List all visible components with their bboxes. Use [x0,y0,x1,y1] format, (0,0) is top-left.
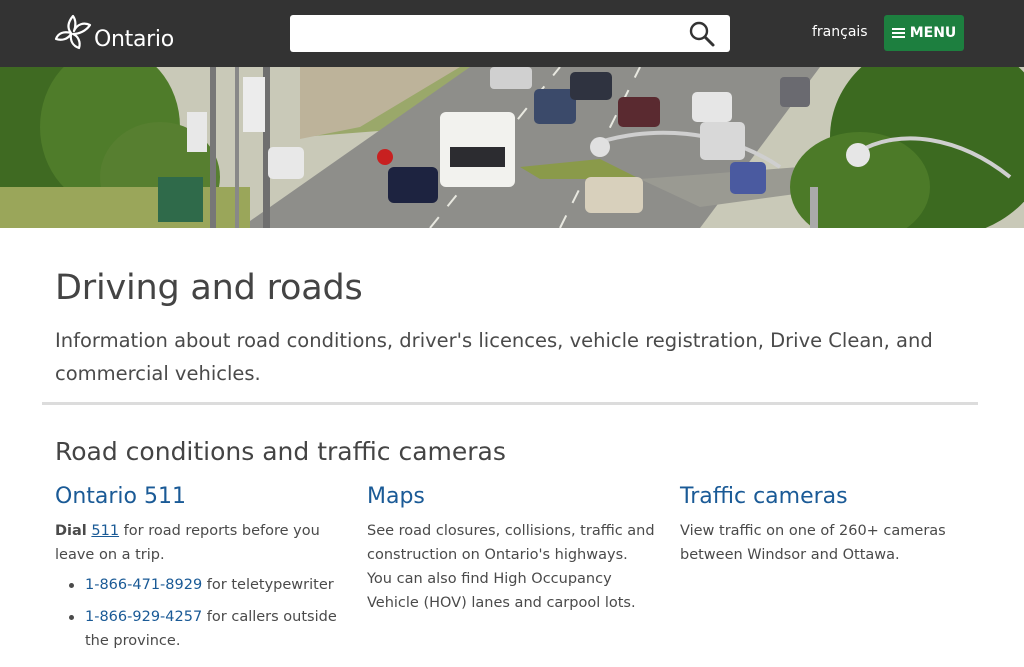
search-input[interactable] [290,15,670,52]
phone-desc: for teletypewriter [202,577,334,593]
section-divider [42,402,978,405]
trillium-icon [54,14,92,50]
hamburger-icon [891,28,905,38]
card-heading: Ontario 511 [55,484,345,509]
card-description: See road closures, collisions, traffic a… [367,523,655,611]
traffic-cameras-link[interactable]: Traffic cameras [680,484,848,509]
search-button[interactable] [688,20,718,48]
hero-image [0,67,1024,228]
card-heading: Traffic cameras [680,484,970,509]
outside-province-phone-link[interactable]: 1-866-929-4257 [85,609,202,625]
page-title: Driving and roads [55,268,363,308]
card-description: Dial 511 for road reports before you lea… [55,519,345,567]
section-title: Road conditions and traffic cameras [55,437,506,466]
list-item: 1-866-929-4257 for callers outside the p… [69,605,345,653]
search-icon [689,21,715,47]
tty-phone-link[interactable]: 1-866-471-8929 [85,577,202,593]
maps-card: Maps See road closures, collisions, traf… [367,484,657,615]
ontario-logo[interactable]: Ontario [54,10,174,54]
ontario-511-link[interactable]: Ontario 511 [55,484,186,509]
card-description: View traffic on one of 260+ cameras betw… [680,523,946,563]
card-heading: Maps [367,484,657,509]
site-header: Ontario français MENU [0,0,1024,67]
menu-label: MENU [909,25,957,41]
ontario-511-card: Ontario 511 Dial 511 for road reports be… [55,484,345,661]
language-toggle-link[interactable]: français [812,24,868,40]
list-item: 1-866-471-8929 for teletypewriter [69,573,345,597]
search-bar [290,15,730,52]
dial-text: Dial [55,523,87,539]
phone-list: 1-866-471-8929 for teletypewriter 1-866-… [55,573,345,653]
maps-link[interactable]: Maps [367,484,425,509]
menu-button[interactable]: MENU [884,15,964,51]
page-intro: Information about road conditions, drive… [55,329,933,385]
logo-text: Ontario [94,26,174,52]
traffic-cameras-card: Traffic cameras View traffic on one of 2… [680,484,970,567]
dial-511-link[interactable]: 511 [91,523,119,539]
